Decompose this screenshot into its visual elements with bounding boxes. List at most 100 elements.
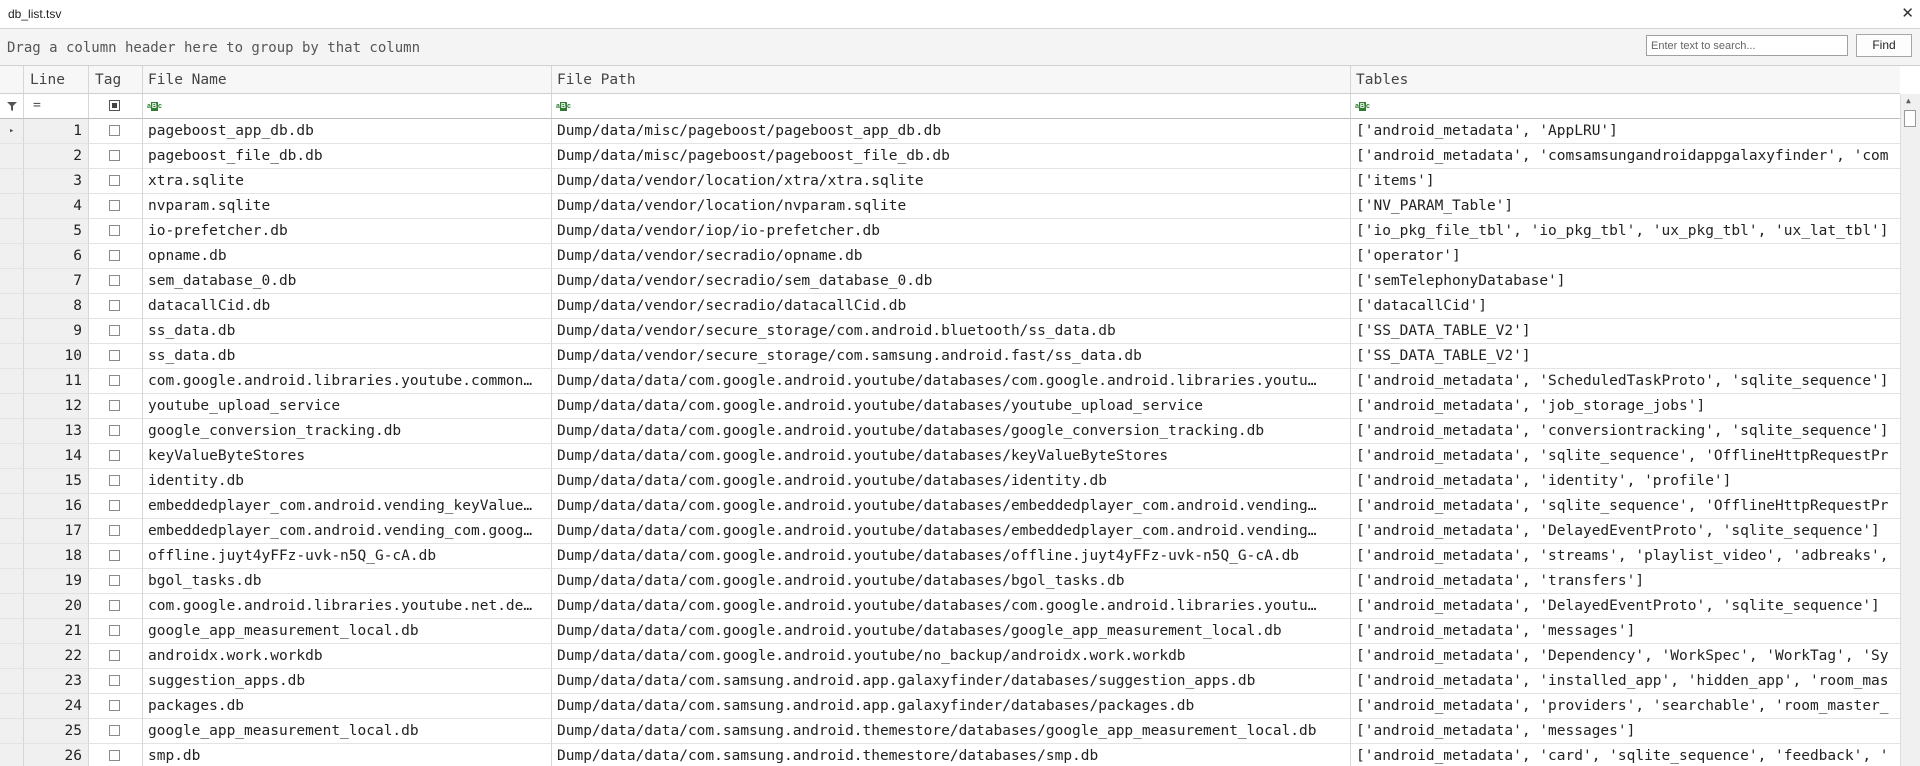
table-row[interactable]: 21 google_app_measurement_local.db Dump/da… [0,619,1900,644]
row-indicator[interactable] [0,719,24,744]
tag-checkbox[interactable] [109,350,120,361]
cell-tables[interactable]: ['android_metadata', 'transfers'] [1351,569,1900,594]
cell-file-name[interactable]: embeddedplayer_com.android.vending_keyVa… [143,494,552,519]
table-row[interactable]: 23 suggestion_apps.db Dump/data/data/com.s… [0,669,1900,694]
cell-tables[interactable]: ['android_metadata', 'sqlite_sequence', … [1351,444,1900,469]
table-row[interactable]: 17 embeddedplayer_com.android.vending_com… [0,519,1900,544]
cell-tables[interactable]: ['android_metadata', 'DelayedEventProto'… [1351,594,1900,619]
cell-file-name[interactable]: identity.db [143,469,552,494]
cell-file-path[interactable]: Dump/data/data/com.samsung.android.app.g… [552,669,1351,694]
tag-checkbox[interactable] [109,550,120,561]
cell-file-name[interactable]: com.google.android.libraries.youtube.com… [143,369,552,394]
cell-tables[interactable]: ['android_metadata', 'card', 'sqlite_seq… [1351,744,1900,766]
cell-file-name[interactable]: packages.db [143,694,552,719]
tag-checkbox[interactable] [109,325,120,336]
cell-file-name[interactable]: google_app_measurement_local.db [143,719,552,744]
cell-file-path[interactable]: Dump/data/data/com.samsung.android.theme… [552,719,1351,744]
cell-tables[interactable]: ['android_metadata', 'providers', 'searc… [1351,694,1900,719]
cell-tag[interactable] [89,494,143,519]
row-indicator[interactable] [0,394,24,419]
cell-file-name[interactable]: pageboost_app_db.db [143,119,552,144]
cell-line[interactable]: 26 [24,744,89,766]
cell-tag[interactable] [89,244,143,269]
cell-tag[interactable] [89,194,143,219]
tag-checkbox[interactable] [109,725,120,736]
table-row[interactable]: 18 offline.juyt4yFFz-uvk-n5Q_G-cA.db Dump/… [0,544,1900,569]
cell-file-name[interactable]: nvparam.sqlite [143,194,552,219]
cell-file-path[interactable]: Dump/data/misc/pageboost/pageboost_file_… [552,144,1351,169]
row-indicator[interactable] [0,619,24,644]
tag-checkbox[interactable] [109,200,120,211]
search-input[interactable] [1646,35,1848,56]
cell-tag[interactable] [89,469,143,494]
cell-file-path[interactable]: Dump/data/data/com.google.android.youtub… [552,419,1351,444]
tag-checkbox[interactable] [109,375,120,386]
cell-line[interactable]: 23 [24,669,89,694]
filter-line[interactable]: = [24,94,89,119]
row-indicator[interactable] [0,144,24,169]
cell-file-path[interactable]: Dump/data/vendor/secure_storage/com.andr… [552,319,1351,344]
tag-checkbox[interactable] [109,650,120,661]
tag-checkbox[interactable] [109,575,120,586]
scrollbar-thumb[interactable] [1904,110,1916,127]
cell-file-name[interactable]: io-prefetcher.db [143,219,552,244]
tag-checkbox[interactable] [109,700,120,711]
table-row[interactable]: 10 ss_data.db Dump/data/vendor/secure_stor… [0,344,1900,369]
cell-line[interactable]: 10 [24,344,89,369]
cell-file-path[interactable]: Dump/data/vendor/secradio/datacallCid.db [552,294,1351,319]
cell-tag[interactable] [89,394,143,419]
tag-checkbox[interactable] [109,475,120,486]
cell-file-name[interactable]: keyValueByteStores [143,444,552,469]
cell-tables[interactable]: ['semTelephonyDatabase'] [1351,269,1900,294]
cell-line[interactable]: 14 [24,444,89,469]
cell-file-name[interactable]: youtube_upload_service [143,394,552,419]
tag-checkbox[interactable] [109,250,120,261]
cell-tables[interactable]: ['SS_DATA_TABLE_V2'] [1351,344,1900,369]
cell-file-name[interactable]: datacallCid.db [143,294,552,319]
cell-tag[interactable] [89,119,143,144]
cell-tag[interactable] [89,319,143,344]
table-row[interactable]: 15 identity.db Dump/data/data/com.google.a… [0,469,1900,494]
row-indicator[interactable] [0,294,24,319]
table-row[interactable]: 4 nvparam.sqlite Dump/data/vendor/location… [0,194,1900,219]
cell-tag[interactable] [89,669,143,694]
table-row[interactable]: 9 ss_data.db Dump/data/vendor/secure_stora… [0,319,1900,344]
vertical-scrollbar[interactable]: ▲ [1900,94,1920,766]
row-indicator[interactable] [0,369,24,394]
table-row[interactable]: 14 keyValueByteStores Dump/data/data/com.g… [0,444,1900,469]
cell-file-path[interactable]: Dump/data/data/com.samsung.android.theme… [552,744,1351,766]
table-row[interactable]: 7 sem_database_0.db Dump/data/vendor/secra… [0,269,1900,294]
table-row[interactable]: 12 youtube_upload_service Dump/data/data/c… [0,394,1900,419]
row-indicator[interactable] [0,644,24,669]
cell-file-name[interactable]: bgol_tasks.db [143,569,552,594]
table-row[interactable]: 6 opname.db Dump/data/vendor/secradio/opna… [0,244,1900,269]
row-indicator[interactable] [0,219,24,244]
table-row[interactable]: 2 pageboost_file_db.db Dump/data/misc/page… [0,144,1900,169]
tag-checkbox[interactable] [109,150,120,161]
tag-checkbox[interactable] [109,450,120,461]
tag-checkbox[interactable] [109,675,120,686]
cell-line[interactable]: 4 [24,194,89,219]
cell-file-name[interactable]: google_app_measurement_local.db [143,619,552,644]
table-row[interactable]: 13 google_conversion_tracking.db Dump/data… [0,419,1900,444]
cell-tables[interactable]: ['android_metadata', 'ScheduledTaskProto… [1351,369,1900,394]
cell-tag[interactable] [89,594,143,619]
table-row[interactable]: 26 smp.db Dump/data/data/com.samsung.andro… [0,744,1900,766]
cell-file-name[interactable]: ss_data.db [143,344,552,369]
cell-file-name[interactable]: smp.db [143,744,552,766]
cell-tables[interactable]: ['android_metadata', 'sqlite_sequence', … [1351,494,1900,519]
tag-checkbox[interactable] [109,400,120,411]
table-row[interactable]: 25 google_app_measurement_local.db Dump/da… [0,719,1900,744]
table-row[interactable]: 11 com.google.android.libraries.youtube.c… [0,369,1900,394]
cell-tag[interactable] [89,519,143,544]
cell-file-name[interactable]: xtra.sqlite [143,169,552,194]
tag-checkbox[interactable] [109,225,120,236]
cell-line[interactable]: 22 [24,644,89,669]
cell-line[interactable]: 17 [24,519,89,544]
table-row[interactable]: 24 packages.db Dump/data/data/com.samsung.… [0,694,1900,719]
cell-line[interactable]: 21 [24,619,89,644]
cell-file-name[interactable]: offline.juyt4yFFz-uvk-n5Q_G-cA.db [143,544,552,569]
filter-file-path[interactable]: aBc [552,94,1351,119]
close-icon[interactable]: ✕ [1901,3,1914,23]
cell-file-name[interactable]: pageboost_file_db.db [143,144,552,169]
